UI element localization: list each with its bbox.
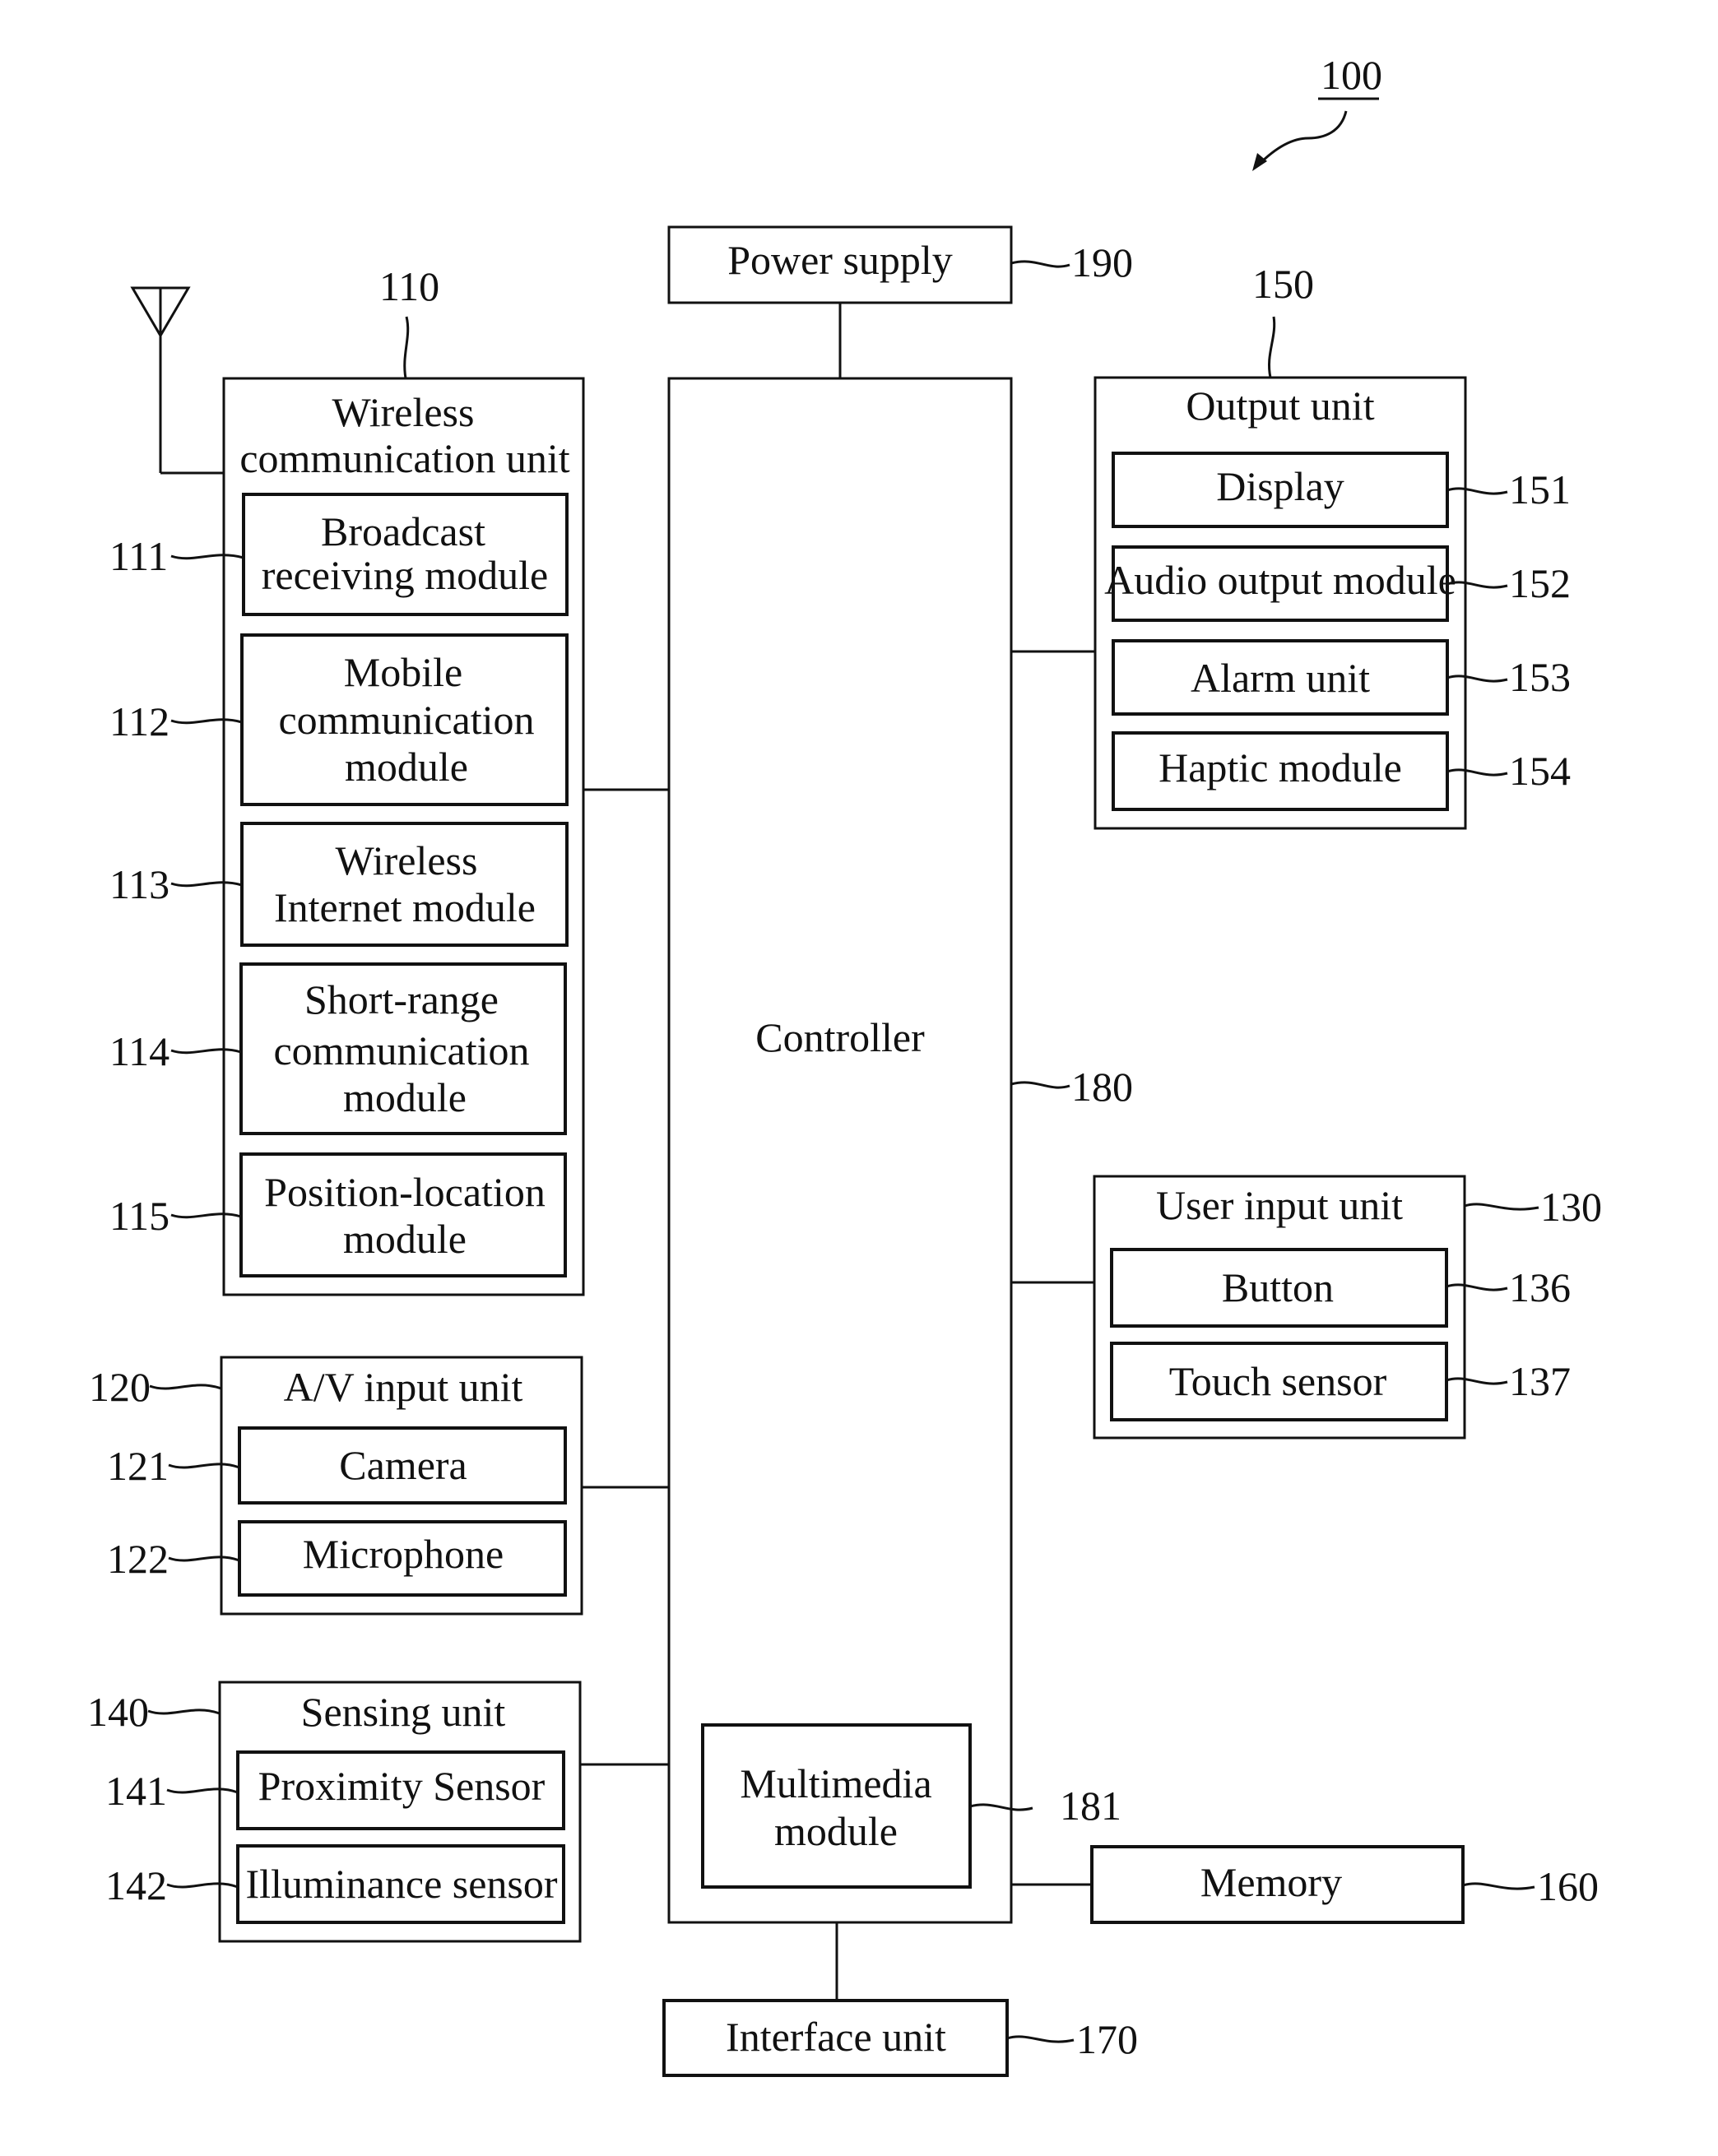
mobile-ref: 112 bbox=[109, 698, 169, 744]
interface-ref: 170 bbox=[1076, 2016, 1138, 2062]
power-supply-label: Power supply bbox=[727, 237, 953, 283]
wireless-communication-unit[interactable]: 110 Wireless communication unit Broadcas… bbox=[109, 263, 585, 1296]
controller-block[interactable]: Controller 180 bbox=[667, 377, 1133, 1924]
sensing-unit[interactable]: Sensing unit 140 Proximity Sensor 141 Il… bbox=[87, 1681, 582, 1943]
alarm-unit-ref: 153 bbox=[1509, 654, 1571, 700]
audio-output-label: Audio output module bbox=[1104, 557, 1456, 603]
camera-label: Camera bbox=[339, 1442, 467, 1488]
wireless-internet-label-line-1: Wireless bbox=[336, 837, 478, 883]
position-location-ref: 115 bbox=[109, 1193, 169, 1239]
figure-ref-label: 100 bbox=[1321, 52, 1382, 98]
microphone-label: Microphone bbox=[303, 1531, 504, 1577]
wireless-internet-ref: 113 bbox=[109, 861, 169, 907]
wireless-unit-label-line-1: Wireless bbox=[332, 389, 475, 435]
wireless-internet-label-line-2: Internet module bbox=[274, 884, 536, 930]
av-input-label: A/V input unit bbox=[284, 1364, 523, 1410]
button-ref: 136 bbox=[1509, 1264, 1571, 1310]
interface-unit-block[interactable]: Interface unit 170 bbox=[662, 1999, 1138, 2077]
short-range-label-line-3: module bbox=[343, 1074, 467, 1120]
proximity-sensor-ref: 141 bbox=[105, 1768, 167, 1814]
display-ref: 151 bbox=[1509, 466, 1571, 512]
touch-sensor-ref: 137 bbox=[1509, 1358, 1571, 1404]
alarm-unit-label: Alarm unit bbox=[1191, 655, 1370, 701]
memory-leader bbox=[1462, 1882, 1535, 1890]
proximity-sensor-label: Proximity Sensor bbox=[258, 1763, 546, 1809]
antenna-icon bbox=[130, 286, 224, 475]
power-supply-ref: 190 bbox=[1071, 239, 1133, 285]
figure-ref-100: 100 bbox=[1252, 52, 1382, 171]
microphone-ref: 122 bbox=[107, 1536, 169, 1582]
power-supply-leader bbox=[1010, 260, 1070, 268]
touch-sensor-label: Touch sensor bbox=[1169, 1358, 1387, 1404]
av-input-ref: 120 bbox=[89, 1364, 151, 1410]
av-input-unit[interactable]: A/V input unit 120 Camera 121 Microphone… bbox=[89, 1356, 583, 1616]
figure-ref-arrow bbox=[1257, 110, 1348, 166]
user-input-ref: 130 bbox=[1540, 1184, 1602, 1230]
position-location-label-line-1: Position-location bbox=[264, 1169, 546, 1215]
user-input-leader bbox=[1464, 1203, 1539, 1211]
short-range-label-line-2: communication bbox=[273, 1027, 529, 1073]
wireless-unit-ref: 110 bbox=[379, 263, 439, 309]
controller-box[interactable] bbox=[667, 377, 1013, 1924]
output-unit[interactable]: 150 Output unit Display 151 Audio output… bbox=[1093, 261, 1571, 830]
haptic-module-label: Haptic module bbox=[1158, 744, 1402, 791]
broadcast-ref: 111 bbox=[109, 533, 168, 579]
audio-output-ref: 152 bbox=[1509, 560, 1571, 606]
sensing-unit-ref: 140 bbox=[87, 1689, 149, 1735]
mobile-label-line-1: Mobile bbox=[344, 649, 462, 695]
wireless-unit-leader bbox=[403, 316, 410, 379]
output-unit-ref: 150 bbox=[1252, 261, 1314, 307]
display-label: Display bbox=[1216, 463, 1344, 509]
memory-ref: 160 bbox=[1537, 1863, 1599, 1909]
illuminance-sensor-label: Illuminance sensor bbox=[245, 1861, 557, 1907]
interface-unit-label: Interface unit bbox=[726, 2014, 946, 2060]
memory-block[interactable]: Memory 160 bbox=[1090, 1845, 1599, 1924]
position-location-label-line-2: module bbox=[343, 1216, 467, 1262]
output-unit-leader bbox=[1268, 316, 1276, 378]
wireless-unit-label-line-2: communication unit bbox=[239, 435, 569, 481]
broadcast-label-line-1: Broadcast bbox=[321, 508, 485, 554]
power-supply-block[interactable]: Power supply 190 bbox=[667, 225, 1133, 304]
broadcast-label-line-2: receiving module bbox=[262, 552, 549, 598]
multimedia-label-line-2: module bbox=[774, 1808, 898, 1854]
mobile-label-line-2: communication bbox=[278, 697, 534, 743]
sensing-unit-leader bbox=[147, 1709, 221, 1715]
mobile-label-line-3: module bbox=[345, 744, 468, 790]
button-label: Button bbox=[1222, 1264, 1334, 1310]
user-input-unit[interactable]: User input unit 130 Button 136 Touch sen… bbox=[1093, 1175, 1602, 1440]
controller-label: Controller bbox=[755, 1014, 925, 1060]
interface-leader bbox=[1006, 2035, 1075, 2043]
controller-leader bbox=[1010, 1081, 1070, 1089]
short-range-ref: 114 bbox=[109, 1028, 169, 1074]
short-range-label-line-1: Short-range bbox=[304, 976, 499, 1022]
arrow-head-icon bbox=[1252, 153, 1267, 171]
illuminance-sensor-ref: 142 bbox=[105, 1862, 167, 1908]
block-diagram: 100 Power supply 190 Controller 180 Mult… bbox=[87, 52, 1602, 2077]
multimedia-label-line-1: Multimedia bbox=[740, 1760, 931, 1806]
sensing-unit-label: Sensing unit bbox=[301, 1689, 506, 1735]
memory-label: Memory bbox=[1200, 1859, 1342, 1905]
user-input-label: User input unit bbox=[1156, 1182, 1403, 1228]
controller-ref: 180 bbox=[1071, 1064, 1133, 1110]
haptic-module-ref: 154 bbox=[1509, 748, 1571, 794]
camera-ref: 121 bbox=[107, 1443, 169, 1489]
multimedia-ref: 181 bbox=[1060, 1783, 1121, 1829]
multimedia-module-block[interactable]: Multimedia module 181 bbox=[701, 1723, 1121, 1889]
output-unit-label: Output unit bbox=[1186, 383, 1374, 429]
av-input-leader bbox=[149, 1384, 222, 1390]
